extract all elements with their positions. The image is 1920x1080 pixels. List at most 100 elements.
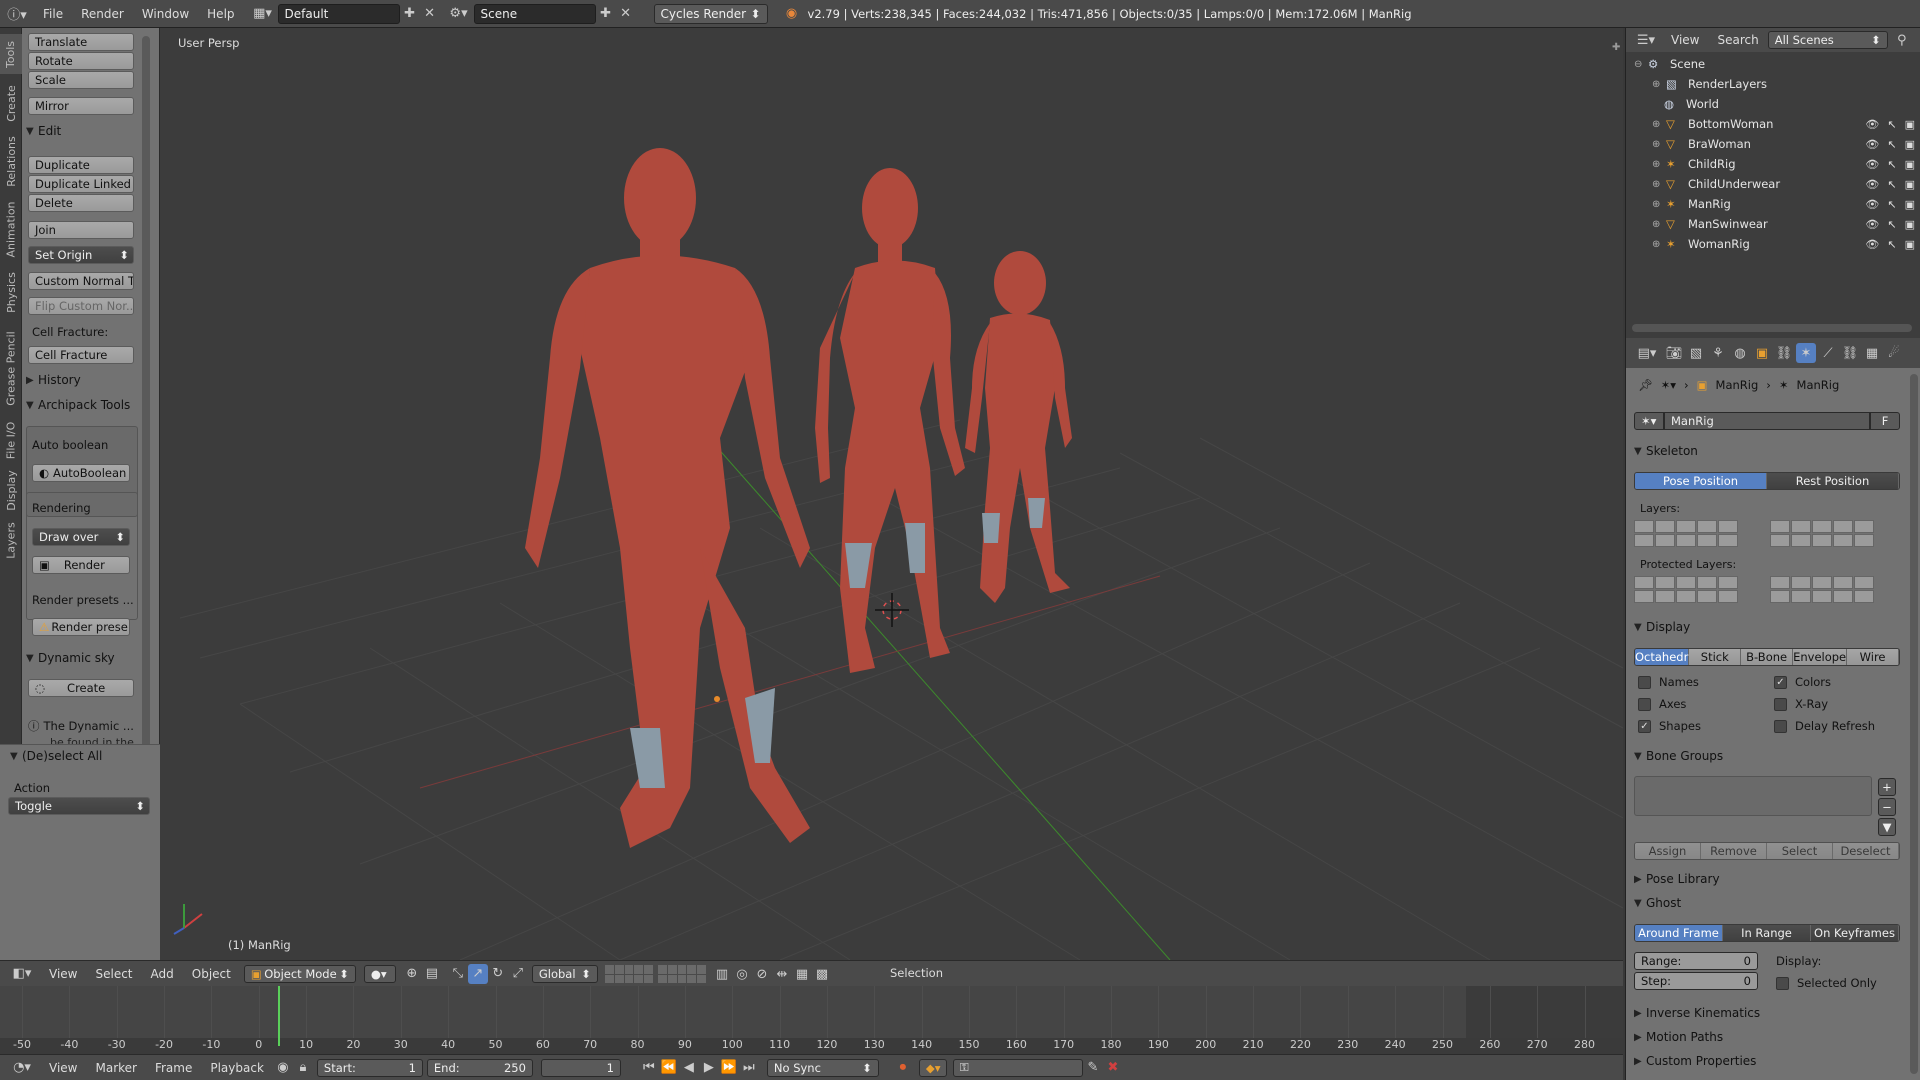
render-camera-icon[interactable]: ▣ [1905, 118, 1915, 131]
scene-field[interactable]: Scene [473, 3, 596, 24]
tab-tools[interactable]: Tools [0, 34, 22, 74]
sync-mode-dropdown[interactable]: No Sync ⬍ [766, 1058, 879, 1077]
render-engine-dropdown[interactable]: Cycles Render ⬍ [653, 3, 768, 24]
properties-editor-type-icon[interactable]: ▤▾ [1632, 343, 1662, 363]
end-frame-field[interactable]: End: 250 [426, 1058, 533, 1077]
archipack-panel-header[interactable]: ▼ Archipack Tools [26, 398, 152, 412]
expand-toggle-icon[interactable]: ⊕ [1652, 159, 1664, 170]
manipulator-icon[interactable]: ⤡ [448, 964, 468, 984]
protected-layers-a[interactable] [1634, 576, 1738, 603]
search-icon[interactable]: ⚲ [1892, 30, 1912, 50]
delay-refresh-checkbox[interactable]: Delay Refresh [1774, 719, 1875, 733]
record-icon[interactable]: ⏺ [893, 1058, 913, 1078]
tab-physics[interactable]: Physics [0, 266, 22, 318]
prev-keyframe-icon[interactable]: ⏪ [659, 1058, 679, 1078]
rotate-manipulator-icon[interactable]: ↻ [488, 964, 508, 984]
stick-button[interactable]: Stick [1689, 649, 1742, 665]
texture-tab-icon[interactable]: ▦ [1862, 343, 1882, 363]
opengl-anim-icon[interactable]: ▩ [812, 964, 832, 984]
expand-toggle-icon[interactable]: ⊕ [1652, 199, 1664, 210]
transform-orientation-dropdown[interactable]: Global ⬍ [531, 964, 598, 983]
cursor-select-icon[interactable]: ↖ [1887, 138, 1896, 151]
pin-icon[interactable]: 📌︎ [1638, 378, 1653, 392]
menu-window[interactable]: Window [133, 7, 198, 21]
outliner-scrollbar[interactable] [1632, 324, 1912, 332]
outliner-row[interactable]: ⊖ ⚙ Scene [1626, 54, 1920, 74]
delete-keyframe-icon[interactable]: ✖ [1103, 1058, 1123, 1078]
rest-position-button[interactable]: Rest Position [1767, 473, 1899, 489]
motion-paths-panel-header[interactable]: ▶ Motion Paths [1634, 1026, 1906, 1048]
remove-scene-icon[interactable]: ✕ [616, 4, 636, 24]
outliner-row[interactable]: ⊕ ▽ BraWoman 👁︎ ↖ ▣ [1626, 134, 1920, 154]
bone-groups-list[interactable] [1634, 776, 1872, 816]
tab-grease-pencil[interactable]: Grease Pencil [0, 322, 22, 414]
menu-timeline-view[interactable]: View [40, 1061, 86, 1075]
menu-frame[interactable]: Frame [146, 1061, 201, 1075]
armature-tab-icon[interactable]: ✶ [1796, 343, 1816, 363]
render-camera-icon[interactable]: ▣ [1905, 238, 1915, 251]
properties-scrollbar[interactable] [1910, 374, 1918, 1074]
eye-icon[interactable]: 👁︎ [1865, 238, 1879, 251]
bone-layers-a[interactable] [1634, 520, 1738, 547]
proportional-edit-icon[interactable]: ◎ [732, 964, 752, 984]
timeline[interactable]: -50 -40 -30 -20 -10 0 10 20 30 40 50 60 70 80 90 100 110… [0, 986, 1623, 1054]
outliner-row[interactable]: ⊕ ▧ RenderLayers [1626, 74, 1920, 94]
octahedral-button[interactable]: Octahedr [1635, 649, 1690, 665]
mode-dropdown[interactable]: ▣ Object Mode ⬍ [243, 964, 356, 983]
menu-playback[interactable]: Playback [201, 1061, 273, 1075]
expand-toggle-icon[interactable]: ⊕ [1652, 119, 1664, 130]
expand-toggle-icon[interactable]: ⊕ [1652, 79, 1664, 90]
menu-render[interactable]: Render [72, 7, 133, 21]
cursor-select-icon[interactable]: ↖ [1887, 218, 1896, 231]
scale-manipulator-icon[interactable]: ⤢ [508, 964, 528, 984]
colors-checkbox[interactable]: ✓ Colors [1774, 675, 1831, 689]
outliner-editor-type-icon[interactable]: ☰▾ [1630, 30, 1662, 50]
scene-tab-icon[interactable]: ⚘ [1708, 343, 1728, 363]
eye-icon[interactable]: 👁︎ [1865, 198, 1879, 211]
tab-layers[interactable]: Layers [0, 518, 22, 562]
3d-cursor[interactable] [875, 593, 909, 627]
autoboolean-button[interactable]: ◐ AutoBoolean [32, 464, 130, 482]
remove-layout-icon[interactable]: ✕ [420, 4, 440, 24]
join-button[interactable]: Join [28, 221, 134, 239]
on-keyframes-button[interactable]: On Keyframes [1811, 925, 1899, 941]
outliner-row[interactable]: ◍ World [1626, 94, 1920, 114]
bone-group-specials-icon[interactable]: ▼ [1878, 818, 1896, 836]
ghost-panel-header[interactable]: ▼ Ghost [1634, 892, 1906, 914]
eye-icon[interactable]: 👁︎ [1865, 158, 1879, 171]
screen-layout-field[interactable]: Default [277, 3, 400, 24]
occlude-geometry-icon[interactable]: ▤ [422, 964, 442, 984]
current-frame-field[interactable]: 1 [540, 1058, 621, 1077]
rotate-button[interactable]: Rotate [28, 52, 134, 70]
opengl-render-icon[interactable]: ▦ [792, 964, 812, 984]
insert-keyframe-icon[interactable]: ✎ [1083, 1058, 1103, 1078]
render-camera-icon[interactable]: ▣ [1905, 158, 1915, 171]
protected-layers-b[interactable] [1770, 576, 1874, 603]
bone-groups-panel-header[interactable]: ▼ Bone Groups [1634, 745, 1906, 767]
menu-object[interactable]: Object [183, 967, 240, 981]
outliner-filter-dropdown[interactable]: All Scenes ⬍ [1767, 31, 1888, 49]
history-panel-header[interactable]: ▶ History [26, 373, 152, 387]
mirror-button[interactable]: Mirror [28, 97, 134, 115]
skeleton-panel-header[interactable]: ▼ Skeleton [1634, 440, 1906, 462]
keying-set-field[interactable]: ◆▾ [918, 1058, 947, 1077]
cursor-select-icon[interactable]: ↖ [1887, 118, 1896, 131]
render-camera-icon[interactable]: ▣ [1905, 178, 1915, 191]
scale-button[interactable]: Scale [28, 71, 134, 89]
around-frame-button[interactable]: Around Frame [1635, 925, 1723, 941]
info-editor-icon[interactable]: ⓘ▾ [0, 4, 34, 24]
menu-view[interactable]: View [40, 967, 86, 981]
bbone-button[interactable]: B-Bone [1741, 649, 1794, 665]
display-panel-header[interactable]: ▼ Display [1634, 616, 1906, 638]
pose-library-panel-header[interactable]: ▶ Pose Library [1634, 868, 1906, 890]
remove-bone-group-icon[interactable]: − [1878, 798, 1896, 816]
editor-type-icon[interactable]: ◧▾ [4, 964, 40, 984]
shapes-checkbox[interactable]: ✓ Shapes [1638, 719, 1701, 733]
outliner-row[interactable]: ⊕ ▽ ChildUnderwear 👁︎ ↖ ▣ [1626, 174, 1920, 194]
custom-normal-button[interactable]: Custom Normal T... [28, 272, 134, 290]
cursor-select-icon[interactable]: ↖ [1887, 238, 1896, 251]
add-bone-group-icon[interactable]: + [1878, 778, 1896, 796]
render-button[interactable]: ▣ Render [32, 556, 130, 574]
cursor-select-icon[interactable]: ↖ [1887, 158, 1896, 171]
screen-layout-icon[interactable]: ▦▾ [248, 4, 278, 24]
